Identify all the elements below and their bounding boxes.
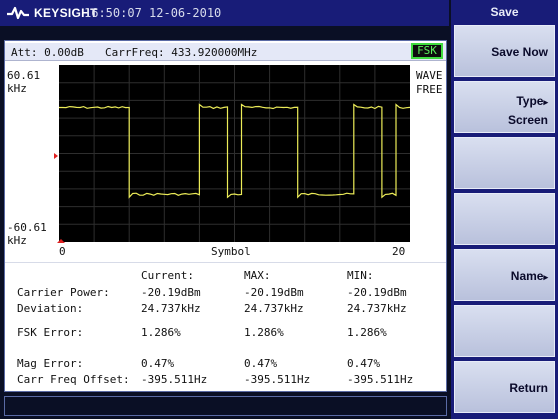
y-axis-max: 60.61	[7, 69, 41, 82]
row-label-carrier-power: Carrier Power:	[17, 286, 110, 299]
row-label-carr-freq-offset: Carr Freq Offset:	[17, 373, 130, 386]
deviation-min: 24.737kHz	[347, 302, 407, 315]
status-bar	[4, 396, 447, 416]
trace-mode-wave: WAVE	[416, 69, 443, 82]
fsk-error-min: 1.286%	[347, 326, 387, 339]
carrier-power-min: -20.19dBm	[347, 286, 407, 299]
return-label: Return	[509, 381, 548, 395]
softkey-blank-4[interactable]	[454, 193, 555, 245]
datetime: 16:50:07 12-06-2010	[84, 6, 222, 20]
y-axis-min-unit: kHz	[7, 234, 27, 247]
carrier-power-max: -20.19dBm	[244, 286, 304, 299]
save-now-label: Save Now	[491, 45, 548, 59]
fsk-waveform-plot	[5, 63, 446, 263]
type-screen-button[interactable]: Type▸ Screen	[454, 81, 555, 133]
measurement-panel: Att: 0.00dB CarrFreq: 433.920000MHz FSK …	[4, 40, 447, 392]
mag-error-max: 0.47%	[244, 357, 278, 370]
return-button[interactable]: Return	[454, 361, 555, 413]
carrier-power-current: -20.19dBm	[141, 286, 201, 299]
row-label-fsk-error: FSK Error:	[17, 326, 84, 339]
mag-error-min: 0.47%	[347, 357, 381, 370]
type-value: Screen	[507, 113, 548, 127]
x-axis-max: 20	[392, 245, 406, 258]
mag-error-current: 0.47%	[141, 357, 175, 370]
menu-title: Save	[490, 5, 519, 19]
save-now-button[interactable]: Save Now	[454, 25, 555, 77]
column-header-current: Current:	[141, 269, 194, 282]
y-axis-max-unit: kHz	[7, 82, 27, 95]
carrier-freq-readout: CarrFreq: 433.920000MHz	[105, 46, 258, 59]
info-bar: Att: 0.00dB CarrFreq: 433.920000MHz FSK	[5, 43, 446, 61]
name-label: Name▸	[510, 269, 548, 283]
name-button[interactable]: Name▸	[454, 249, 555, 301]
column-header-max: MAX:	[244, 269, 271, 282]
carr-freq-offset-current: -395.511Hz	[141, 373, 208, 386]
deviation-current: 24.737kHz	[141, 302, 201, 315]
softkey-blank-3[interactable]	[454, 137, 555, 189]
submenu-arrow-icon: ▸	[543, 272, 548, 282]
y-axis-min: -60.61	[7, 221, 47, 234]
carr-freq-offset-min: -395.511Hz	[347, 373, 414, 386]
softkey-menu: Save Save Now Type▸ Screen Name▸ Return	[451, 0, 558, 419]
softkey-blank-6[interactable]	[454, 305, 555, 357]
fsk-error-max: 1.286%	[244, 326, 284, 339]
measurement-table: Current: MAX: MIN: Carrier Power: -20.19…	[5, 262, 446, 391]
title-bar: KEYSIGHT 16:50:07 12-06-2010	[0, 0, 449, 26]
x-axis-label: Symbol	[211, 245, 251, 258]
attenuation-readout: Att: 0.00dB	[11, 46, 84, 59]
row-label-mag-error: Mag Error:	[17, 357, 84, 370]
type-label: Type▸	[516, 94, 548, 108]
keysight-wave-icon	[7, 6, 29, 20]
carr-freq-offset-max: -395.511Hz	[244, 373, 311, 386]
trace-mode-free: FREE	[416, 83, 443, 96]
mode-badge: FSK	[411, 43, 443, 59]
fsk-error-current: 1.286%	[141, 326, 181, 339]
column-header-min: MIN:	[347, 269, 374, 282]
row-label-deviation: Deviation:	[17, 302, 84, 315]
deviation-max: 24.737kHz	[244, 302, 304, 315]
x-axis-min: 0	[59, 245, 66, 258]
submenu-arrow-icon: ▸	[543, 97, 548, 107]
